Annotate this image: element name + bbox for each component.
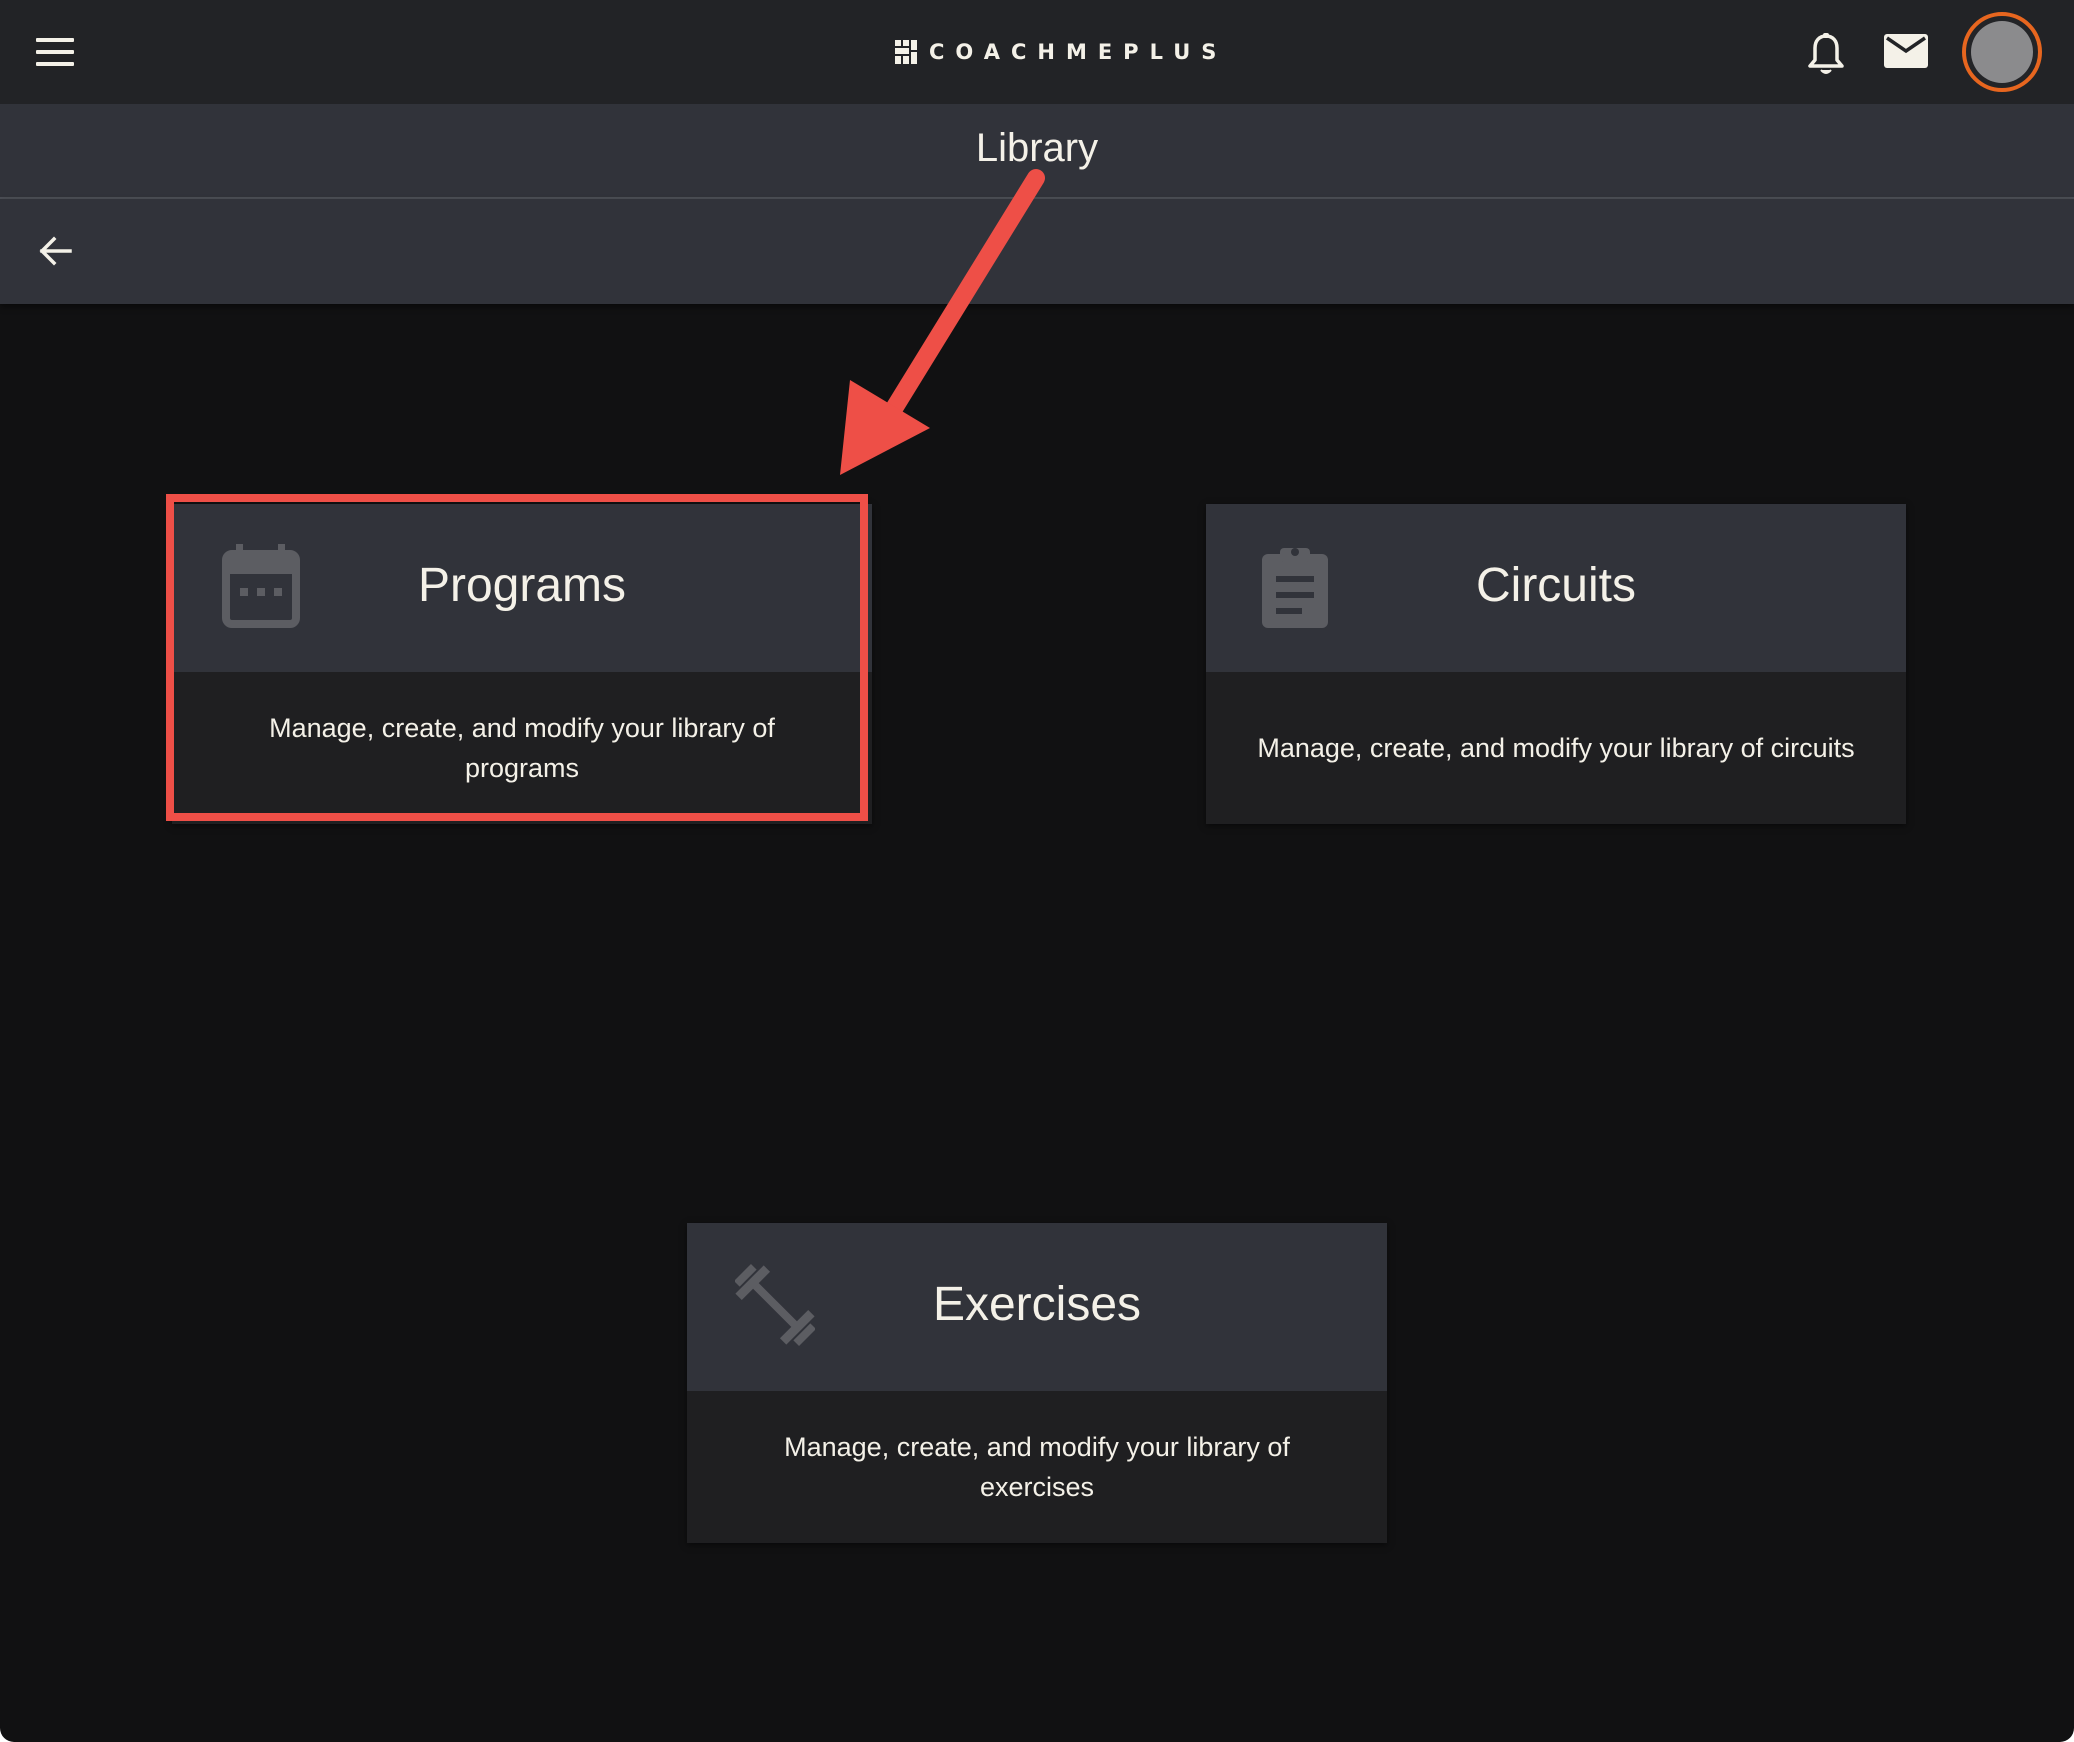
toolbar xyxy=(0,199,2074,304)
brand-logo[interactable]: COACHMEPLUS xyxy=(895,38,1227,66)
avatar-image xyxy=(1971,21,2033,83)
brand-mark-icon xyxy=(895,40,917,64)
title-bar: Library xyxy=(0,104,2074,199)
card-description-text: Manage, create, and modify your library … xyxy=(1257,733,1855,763)
arrow-left-icon[interactable] xyxy=(36,231,76,271)
avatar[interactable] xyxy=(1962,12,2042,92)
card-title: Programs xyxy=(417,559,627,612)
card-header: Programs xyxy=(172,504,872,672)
card-description-text: Manage, create, and modify your library … xyxy=(269,713,775,783)
circuits-card[interactable]: Circuits Manage, create, and modify your… xyxy=(1206,504,1906,824)
card-header: Exercises xyxy=(687,1223,1387,1391)
card-description-text: Manage, create, and modify your library … xyxy=(784,1432,1290,1502)
programs-card[interactable]: Programs Manage, create, and modify your… xyxy=(172,504,872,824)
brand-name: COACHMEPLUS xyxy=(929,40,1228,64)
page-title: Library xyxy=(975,126,1099,170)
hamburger-menu-icon[interactable] xyxy=(36,38,74,66)
card-title: Exercises xyxy=(932,1278,1142,1331)
bell-icon[interactable] xyxy=(1806,32,1846,76)
top-bar: COACHMEPLUS xyxy=(0,0,2074,104)
card-description: Manage, create, and modify your library … xyxy=(172,672,872,824)
card-description: Manage, create, and modify your library … xyxy=(1206,672,1906,824)
card-description: Manage, create, and modify your library … xyxy=(687,1391,1387,1543)
card-header: Circuits xyxy=(1206,504,1906,672)
exercises-card[interactable]: Exercises Manage, create, and modify you… xyxy=(687,1223,1387,1543)
app-window: COACHMEPLUS Library Programs Manage, cre… xyxy=(0,0,2074,1742)
card-title: Circuits xyxy=(1475,559,1636,612)
mail-icon[interactable] xyxy=(1884,34,1928,68)
